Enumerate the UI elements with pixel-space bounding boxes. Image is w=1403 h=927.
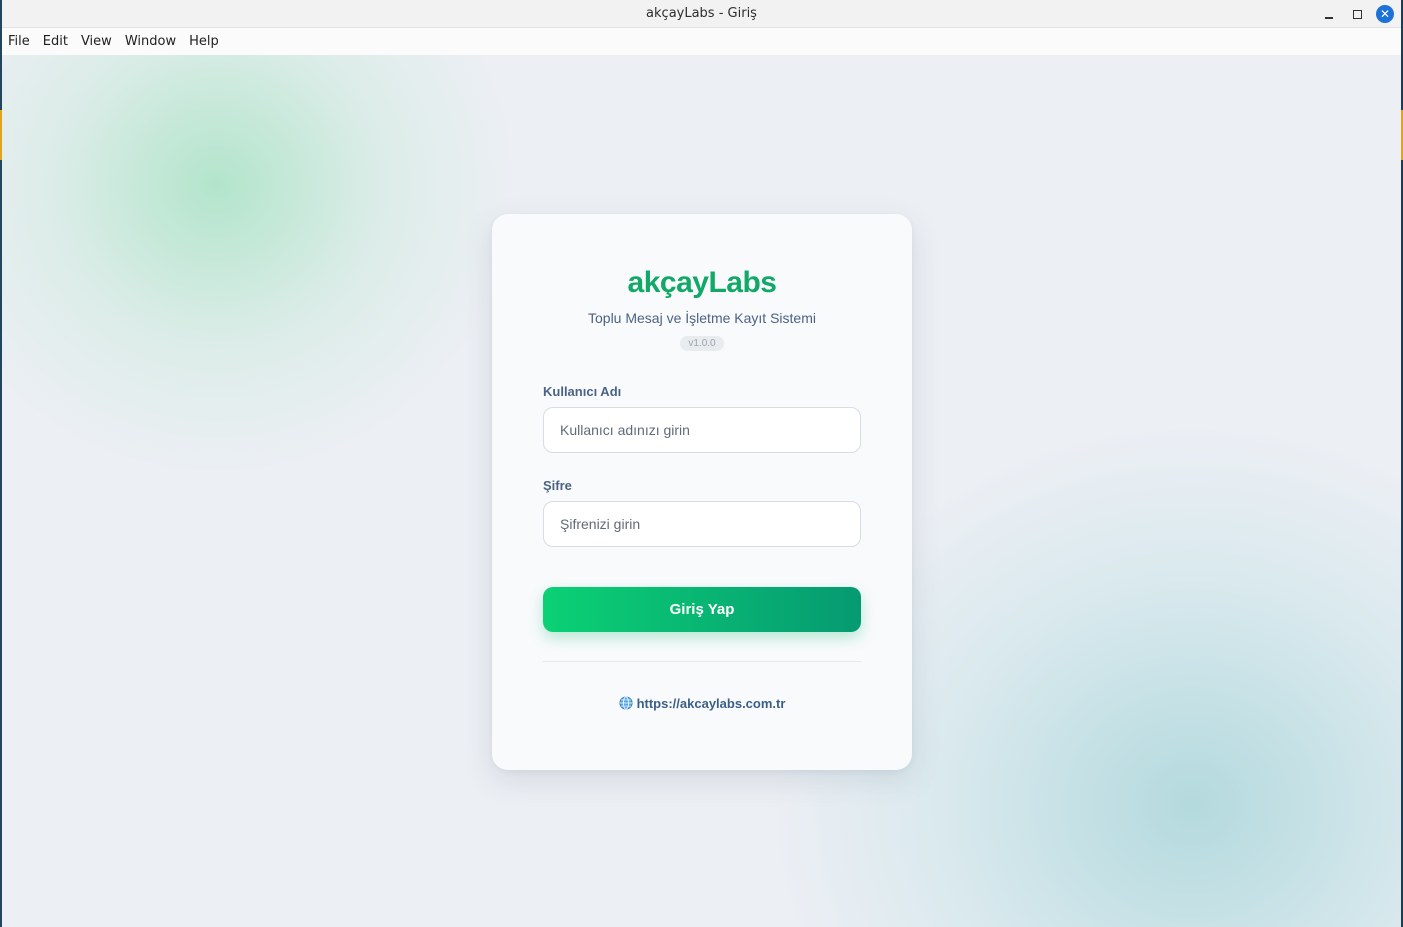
minimize-button[interactable] (1320, 5, 1338, 23)
password-input[interactable] (543, 501, 861, 547)
title-bar[interactable]: akçayLabs - Giriş ✕ (2, 0, 1401, 28)
menu-help[interactable]: Help (189, 34, 219, 49)
website-link[interactable]: https://akcaylabs.com.tr (637, 696, 786, 711)
login-card: akçayLabs Toplu Mesaj ve İşletme Kayıt S… (492, 214, 912, 770)
divider (543, 661, 861, 662)
menu-edit[interactable]: Edit (43, 34, 68, 49)
login-button[interactable]: Giriş Yap (543, 587, 861, 632)
menu-window[interactable]: Window (125, 34, 176, 49)
menu-file[interactable]: File (8, 34, 30, 49)
window-title: akçayLabs - Giriş (646, 6, 757, 21)
menu-view[interactable]: View (81, 34, 112, 49)
website-link-row: https://akcaylabs.com.tr (492, 696, 912, 711)
password-label: Şifre (543, 478, 572, 493)
maximize-button[interactable] (1348, 5, 1366, 23)
app-subtitle: Toplu Mesaj ve İşletme Kayıt Sistemi (588, 310, 816, 326)
username-label: Kullanıcı Adı (543, 384, 622, 399)
app-window: akçayLabs - Giriş ✕ File Edit View Windo… (2, 0, 1401, 927)
close-button[interactable]: ✕ (1376, 5, 1394, 23)
menu-bar: File Edit View Window Help (2, 28, 1401, 55)
brand-title: akçayLabs (627, 266, 777, 299)
version-badge: v1.0.0 (680, 336, 724, 351)
globe-icon (619, 696, 633, 710)
version-container: v1.0.0 (492, 333, 912, 351)
login-page-background: akçayLabs Toplu Mesaj ve İşletme Kayıt S… (2, 55, 1401, 927)
username-input[interactable] (543, 407, 861, 453)
